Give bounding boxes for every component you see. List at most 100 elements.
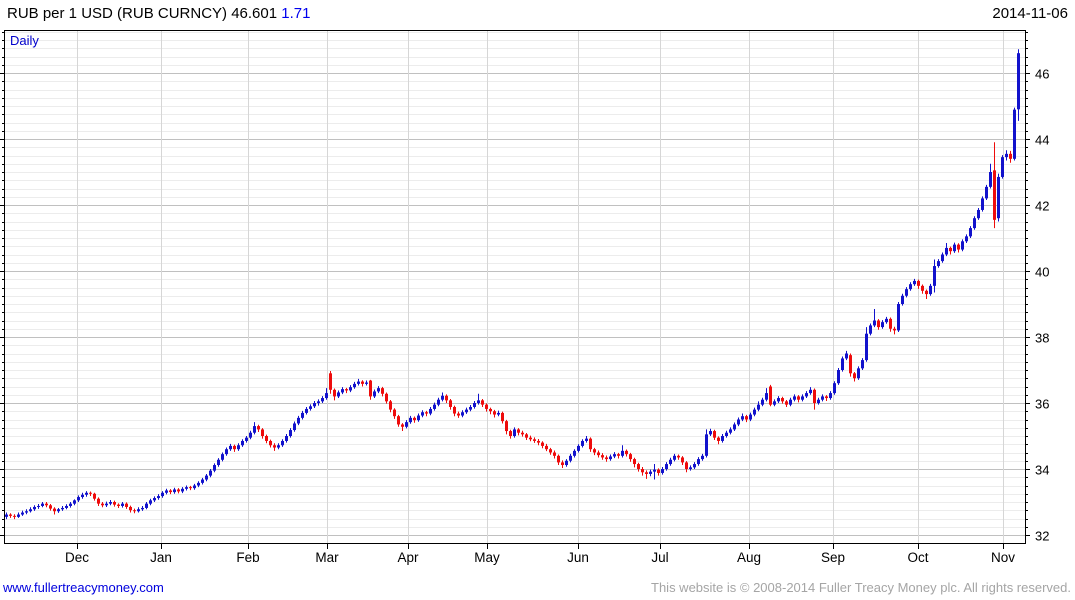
website-link[interactable]: www.fullertreacymoney.com xyxy=(3,580,164,595)
candle-up xyxy=(429,408,432,414)
candle-down xyxy=(517,429,520,433)
candle-up xyxy=(773,401,776,405)
candle-up xyxy=(733,424,736,430)
candle-down xyxy=(605,457,608,460)
candle-up xyxy=(885,318,888,323)
candle-up xyxy=(409,417,412,423)
candle-up xyxy=(581,440,584,446)
x-axis-label: Jun xyxy=(567,550,589,565)
candle-up xyxy=(81,494,84,498)
candle-up xyxy=(213,465,216,471)
candle-up xyxy=(289,430,292,436)
y-axis-label: 44 xyxy=(1035,133,1049,148)
candle-up xyxy=(149,500,152,504)
candle-down xyxy=(893,328,896,331)
candle-down xyxy=(449,400,452,407)
candle-up xyxy=(225,449,228,455)
candle-down xyxy=(533,439,536,441)
candle-down xyxy=(1009,153,1012,159)
candle-up xyxy=(437,399,440,405)
candle-up xyxy=(1005,153,1008,158)
copyright-text: This website is © 2008-2014 Fuller Treac… xyxy=(651,580,1071,595)
candle-down xyxy=(345,389,348,391)
candle-up xyxy=(569,455,572,461)
candle-down xyxy=(233,445,236,450)
candle-down xyxy=(361,381,364,384)
candle-up xyxy=(325,393,328,399)
candle-up xyxy=(25,511,28,513)
candle-up xyxy=(577,445,580,451)
candle-up xyxy=(173,489,176,493)
candle-up xyxy=(313,403,316,407)
candle-up xyxy=(845,353,848,359)
candle-down xyxy=(413,417,416,421)
candle-up xyxy=(749,414,752,420)
candle-up xyxy=(705,434,708,456)
candle-up xyxy=(249,432,252,438)
candle-down xyxy=(641,469,644,473)
candle-down xyxy=(717,437,720,441)
candle-down xyxy=(677,455,680,458)
candle-up xyxy=(301,412,304,418)
candle-down xyxy=(685,462,688,469)
candle-up xyxy=(181,488,184,492)
candle-up xyxy=(405,422,408,427)
candle-up xyxy=(661,469,664,473)
candle-up xyxy=(837,370,840,384)
candle-down xyxy=(537,440,540,443)
candle-up xyxy=(205,475,208,480)
candle-down xyxy=(545,445,548,450)
candle-up xyxy=(857,368,860,379)
candle-down xyxy=(117,504,120,506)
x-axis-label: Mar xyxy=(315,550,339,565)
candle-down xyxy=(129,506,132,511)
candle-up xyxy=(197,482,200,486)
candle-up xyxy=(945,247,948,255)
candle-down xyxy=(133,510,136,512)
candle-down xyxy=(261,429,264,436)
candle-up xyxy=(33,506,36,510)
candle-down xyxy=(189,487,192,489)
candle-up xyxy=(941,254,944,262)
candle-down xyxy=(561,462,564,466)
candle-up xyxy=(973,218,976,229)
candle-up xyxy=(777,398,780,402)
candle-up xyxy=(737,419,740,425)
candle-up xyxy=(201,479,204,483)
candle-down xyxy=(9,514,12,516)
candle-up xyxy=(789,399,792,405)
candle-up xyxy=(161,492,164,497)
candle-up xyxy=(157,496,160,499)
candle-up xyxy=(725,432,728,436)
candle-down xyxy=(93,493,96,499)
candle-down xyxy=(397,416,400,425)
candle-down xyxy=(457,413,460,416)
candle-down xyxy=(949,247,952,252)
candle-down xyxy=(333,389,336,397)
candle-up xyxy=(609,456,612,460)
candle-up xyxy=(697,459,700,465)
candle-up xyxy=(317,401,320,403)
candle-up xyxy=(5,514,8,517)
candle-up xyxy=(1013,109,1016,159)
candle-down xyxy=(381,388,384,394)
candle-up xyxy=(613,454,616,457)
candle-down xyxy=(269,440,272,446)
candle-up xyxy=(897,304,900,331)
candle-up xyxy=(513,429,516,436)
candle-down xyxy=(557,455,560,463)
candle-up xyxy=(221,454,224,460)
candles xyxy=(5,49,1020,520)
candle-down xyxy=(525,434,528,438)
candle-up xyxy=(761,399,764,405)
candle-up xyxy=(253,426,256,433)
candle-up xyxy=(821,396,824,400)
candle-down xyxy=(329,373,332,390)
candle-up xyxy=(729,429,732,433)
candle-up xyxy=(353,383,356,388)
candle-down xyxy=(13,515,16,517)
candle-down xyxy=(589,438,592,450)
candle-up xyxy=(805,393,808,397)
candle-up xyxy=(37,505,40,507)
candle-up xyxy=(669,459,672,465)
